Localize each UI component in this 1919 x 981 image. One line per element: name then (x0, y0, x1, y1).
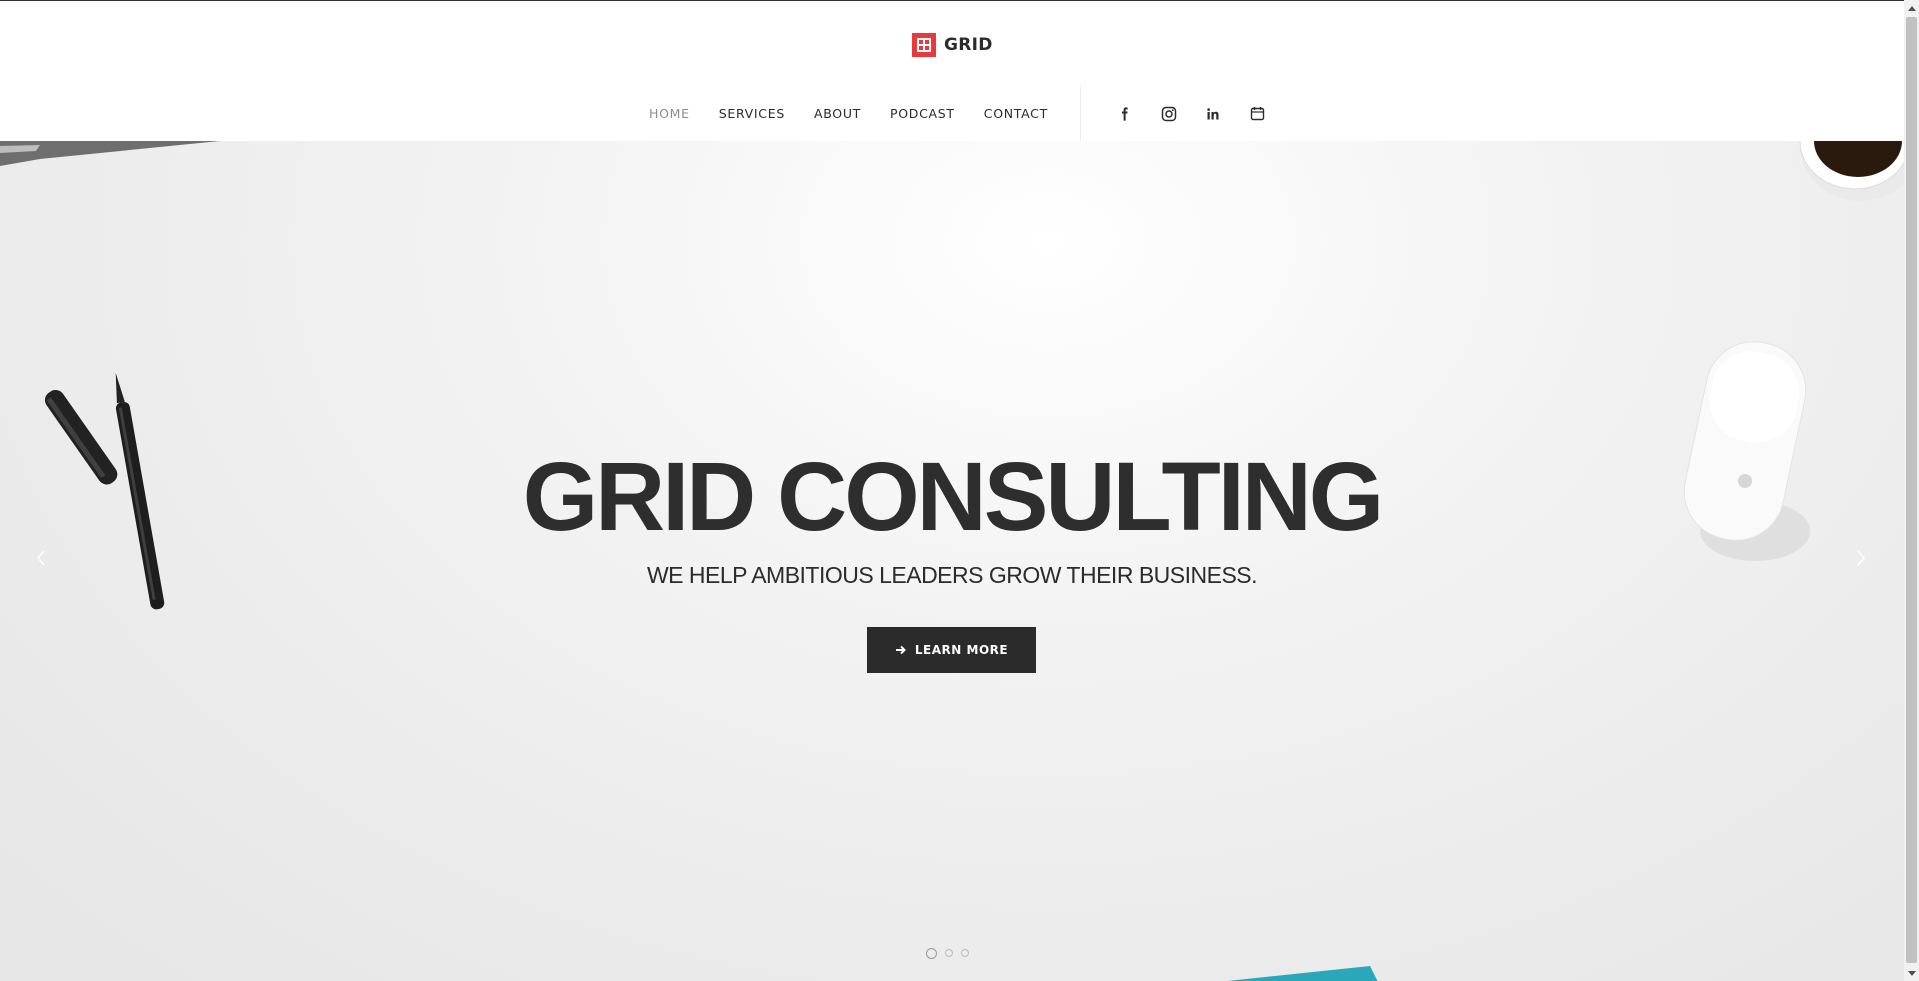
ruler-image (1227, 966, 1378, 981)
scrollbar-thumb[interactable] (1906, 17, 1917, 963)
learn-more-button[interactable]: LEARN MORE (867, 627, 1036, 673)
nav-menu: HOME SERVICES ABOUT PODCAST CONTACT (649, 86, 1048, 141)
slider-dot-2[interactable] (945, 949, 953, 957)
chevron-right-icon (1857, 550, 1865, 566)
hero-title: GRID CONSULTING (522, 442, 1385, 551)
chevron-left-icon (37, 550, 45, 566)
site-header: GRID (0, 1, 1904, 87)
nav-item-home[interactable]: HOME (649, 106, 690, 121)
hero-slider: GRID CONSULTING WE HELP AMBITIOUS LEADER… (0, 141, 1904, 981)
slider-dot-3[interactable] (961, 949, 969, 957)
nav-item-about[interactable]: ABOUT (814, 106, 861, 121)
slider-next-arrow[interactable] (1851, 543, 1871, 573)
slider-dot-1[interactable] (926, 947, 937, 959)
laptop-corner-image (0, 141, 220, 166)
logo-text: GRID (944, 35, 993, 55)
nav-item-podcast[interactable]: PODCAST (890, 106, 955, 121)
arrow-right-icon (895, 645, 906, 655)
slider-pagination (926, 947, 969, 959)
nav-item-services[interactable]: SERVICES (719, 106, 785, 121)
site-logo[interactable]: GRID (912, 33, 993, 57)
social-links (1114, 86, 1268, 141)
scroll-up-icon[interactable] (1904, 0, 1919, 15)
nav-divider (1080, 86, 1081, 141)
scroll-down-icon[interactable] (1904, 966, 1919, 981)
learn-more-label: LEARN MORE (914, 643, 1009, 657)
instagram-icon[interactable] (1158, 103, 1180, 125)
hero-subtitle: WE HELP AMBITIOUS LEADERS GROW THEIR BUS… (646, 562, 1258, 588)
main-navigation: HOME SERVICES ABOUT PODCAST CONTACT (0, 86, 1904, 141)
coffee-cup-image (1799, 141, 1904, 201)
facebook-icon[interactable] (1114, 103, 1136, 125)
page-scrollbar[interactable] (1904, 0, 1919, 981)
nav-item-contact[interactable]: CONTACT (984, 106, 1048, 121)
linkedin-icon[interactable] (1202, 103, 1224, 125)
grid-logo-icon (912, 33, 936, 57)
slider-prev-arrow[interactable] (31, 543, 51, 573)
calendar-icon[interactable] (1246, 103, 1268, 125)
